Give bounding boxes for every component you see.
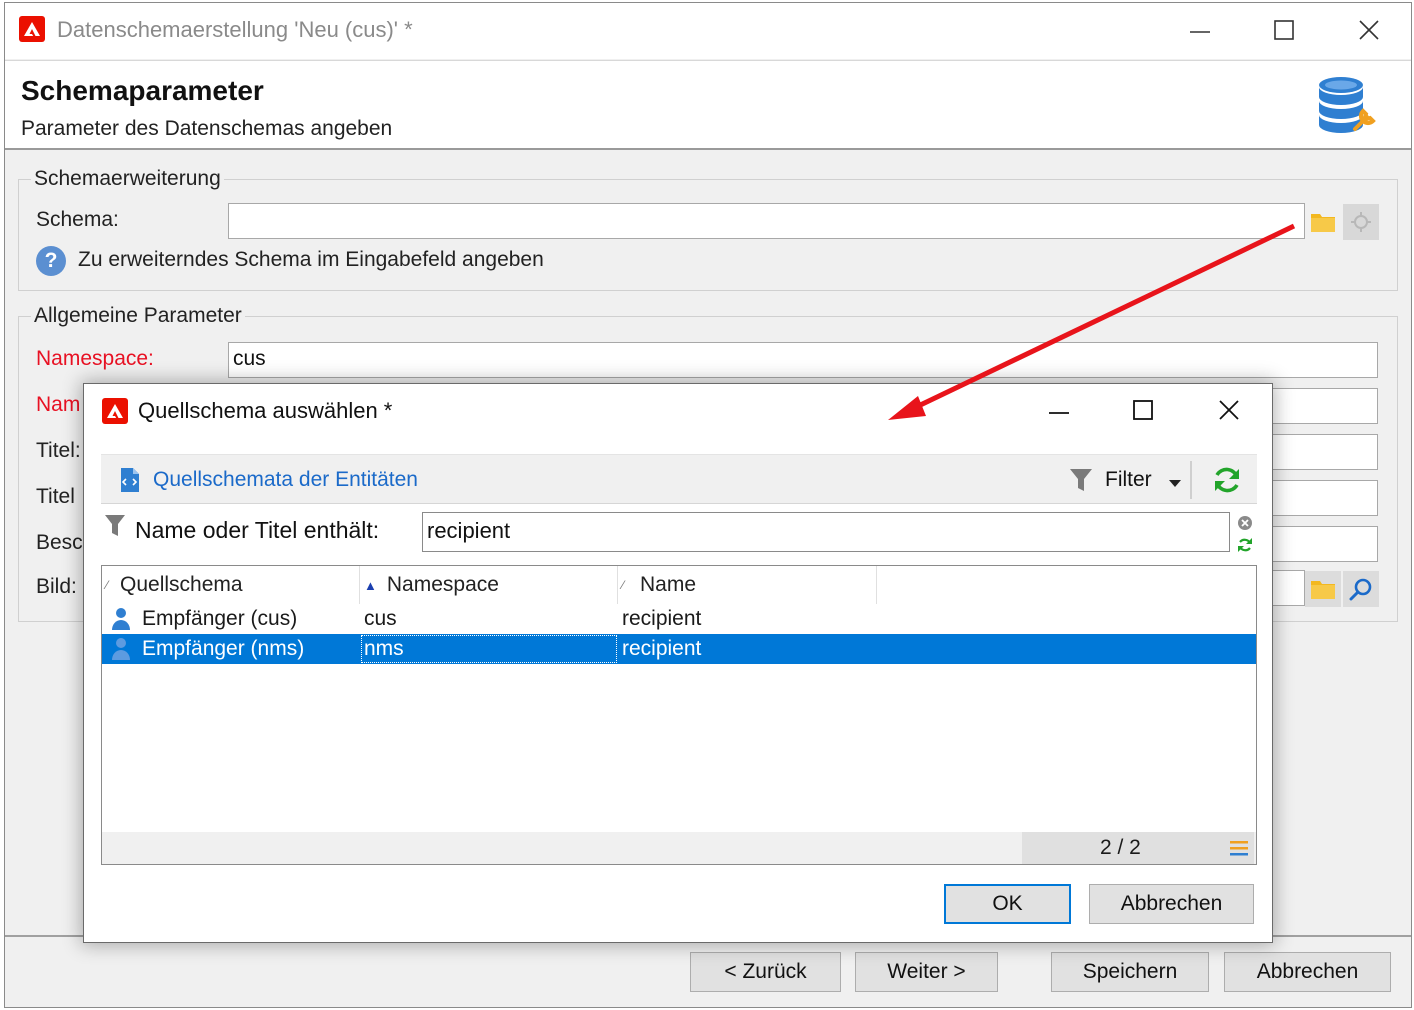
edit-schema-disabled-icon[interactable] (1343, 204, 1379, 240)
filter-name-input[interactable]: recipient (422, 512, 1230, 552)
dialog-close-button[interactable] (1209, 390, 1249, 430)
person-icon (110, 604, 134, 634)
row-name: recipient (622, 607, 702, 630)
row-namespace: nms (360, 634, 618, 664)
sort-ascending-icon: ▲ (364, 577, 377, 593)
row-name: recipient (622, 637, 702, 660)
close-button[interactable] (1349, 10, 1389, 50)
ok-button[interactable]: OK (944, 884, 1071, 924)
chevron-down-icon[interactable] (1168, 475, 1182, 493)
dialog-maximize-button[interactable] (1123, 390, 1163, 430)
description-label: Besc (36, 531, 83, 554)
title-label: Titel: (36, 439, 81, 462)
record-count-text: 2 / 2 (1100, 836, 1141, 859)
folder-icon[interactable] (1305, 204, 1341, 240)
image-label: Bild: (36, 575, 77, 598)
minimize-button[interactable] (1180, 10, 1220, 50)
column-header-schema[interactable]: ⁄ Quellschema (106, 566, 358, 604)
filter-dropdown-label[interactable]: Filter (1105, 468, 1152, 492)
name-label: Nam (36, 393, 81, 416)
help-icon: ? (36, 246, 66, 276)
column-header-label: Namespace (386, 573, 499, 596)
select-source-schema-dialog: Quellschema auswählen * Quellschemata de… (83, 383, 1273, 943)
list-status-bar: 2 / 2 (102, 832, 1256, 864)
namespace-label: Namespace: (36, 347, 154, 370)
back-button[interactable]: < Zurück (690, 952, 841, 992)
table-row[interactable]: Empfänger (cus) cus recipient (102, 604, 1256, 634)
record-count: 2 / 2 (1022, 832, 1254, 864)
sort-none-icon: ⁄ (622, 578, 625, 592)
schema-hint: Zu erweiterndes Schema im Eingabefeld an… (78, 248, 544, 271)
clear-filter-icon[interactable] (1237, 515, 1253, 531)
maximize-button[interactable] (1264, 10, 1304, 50)
image-folder-icon[interactable] (1305, 571, 1341, 607)
page-subtitle: Parameter des Datenschemas angeben (21, 117, 393, 140)
page-title: Schemaparameter (21, 75, 264, 106)
cancel-button[interactable]: Abbrechen (1224, 952, 1391, 992)
schema-extension-legend: Schemaerweiterung (31, 167, 224, 191)
namespace-input[interactable]: cus (228, 342, 1378, 378)
apply-filter-refresh-icon[interactable] (1237, 537, 1253, 553)
title-bar: Datenschemaerstellung 'Neu (cus)' * (5, 3, 1411, 59)
table-row-selected[interactable]: Empfänger (nms) nms recipient (102, 634, 1256, 664)
column-header-label: Name (640, 573, 697, 596)
column-header-namespace[interactable]: ▲ Namespace (364, 566, 616, 604)
save-button[interactable]: Speichern (1051, 952, 1209, 992)
row-namespace: cus (364, 607, 397, 630)
schema-input[interactable] (228, 203, 1305, 239)
column-header-name[interactable]: ⁄ Name (622, 566, 874, 604)
row-schema: Empfänger (nms) (142, 637, 305, 660)
next-button[interactable]: Weiter > (855, 952, 998, 992)
filter-name-label: Name oder Titel enthält: (135, 517, 380, 543)
filter-row-icon (104, 513, 126, 539)
magnifier-icon[interactable] (1343, 571, 1379, 607)
database-wrench-icon (1315, 73, 1379, 137)
dialog-toolbar: Quellschemata der Entitäten Filter (101, 454, 1257, 504)
dialog-cancel-button[interactable]: Abbrechen (1089, 884, 1254, 924)
column-header-label: Quellschema (120, 573, 243, 596)
refresh-icon[interactable] (1212, 465, 1242, 495)
dialog-title: Quellschema auswählen * (138, 398, 393, 423)
window-title: Datenschemaerstellung 'Neu (cus)' * (57, 17, 413, 42)
adobe-logo-icon (19, 16, 45, 42)
sort-none-icon: ⁄ (106, 578, 109, 592)
column-separator (876, 566, 877, 604)
title-plural-label: Titel (36, 485, 75, 508)
schema-document-icon (119, 467, 141, 493)
list-menu-icon[interactable] (1230, 840, 1248, 856)
row-schema: Empfänger (cus) (142, 607, 298, 630)
filter-icon (1069, 467, 1093, 493)
toolbar-divider (1190, 461, 1192, 499)
dialog-minimize-button[interactable] (1039, 390, 1079, 430)
column-separator (617, 566, 618, 604)
person-icon (110, 634, 134, 664)
source-schemas-link[interactable]: Quellschemata der Entitäten (153, 468, 418, 492)
wizard-header: Schemaparameter Parameter des Datenschem… (5, 60, 1411, 150)
adobe-logo-icon (102, 398, 128, 424)
schema-label: Schema: (36, 208, 119, 231)
column-separator (359, 566, 360, 604)
source-schema-list[interactable]: ⁄ Quellschema ▲ Namespace ⁄ Name Empfäng… (101, 565, 1257, 865)
general-params-legend: Allgemeine Parameter (31, 304, 245, 328)
